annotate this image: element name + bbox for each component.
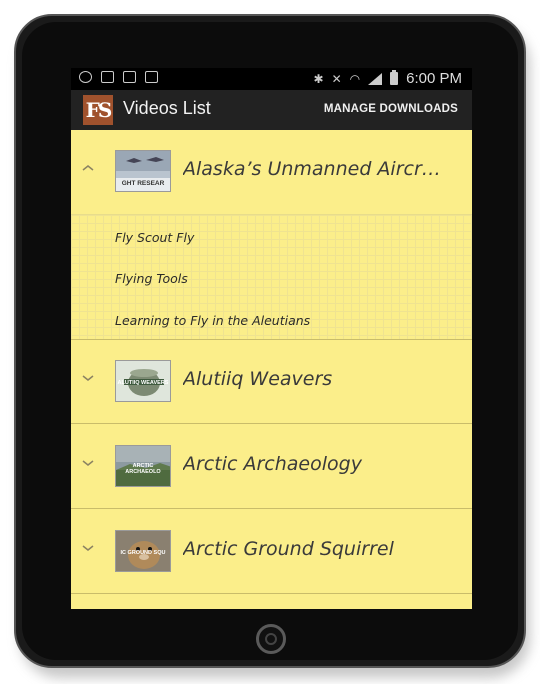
video-title[interactable]: Alutiiq Weavers [183, 368, 468, 390]
video-group[interactable]: ARCTIC ARCHAEOLO Arctic Archaeology [71, 425, 472, 509]
video-group[interactable]: IC GROUND SQU Arctic Ground Squirrel [71, 510, 472, 594]
home-button[interactable] [256, 624, 286, 654]
chevron-down-icon[interactable] [81, 458, 95, 468]
video-thumbnail: IC GROUND SQU [115, 530, 171, 572]
chevron-down-icon[interactable] [81, 373, 95, 383]
alarm-icon [79, 71, 92, 83]
wifi-icon: ◠ [349, 71, 361, 86]
battery-icon [390, 70, 399, 85]
briefcase-icon [145, 71, 158, 83]
video-group[interactable]: GHT RESEAR Alaska’s Unmanned Aircr… [71, 130, 472, 214]
mail-icon [123, 71, 136, 83]
video-children-list: Fly Scout Fly Flying Tools Learning to F… [71, 214, 472, 340]
videos-list: GHT RESEAR Alaska’s Unmanned Aircr… Fly … [71, 130, 472, 609]
page-title: Videos List [123, 98, 211, 118]
video-title[interactable]: Arctic Ground Squirrel [183, 538, 468, 560]
signal-icon [368, 72, 383, 85]
video-thumbnail: ALUTIIQ WEAVERS [115, 360, 171, 402]
chevron-down-icon[interactable] [81, 543, 95, 553]
video-thumbnail: GHT RESEAR [115, 150, 171, 192]
image-icon [101, 71, 114, 83]
thumbnail-caption: ALUTIIQ WEAVERS [117, 380, 169, 386]
app-bar: FS Videos List MANAGE DOWNLOADS [71, 90, 472, 130]
video-item[interactable]: Flying Tools [115, 271, 188, 286]
video-group[interactable]: ALUTIIQ WEAVERS Alutiiq Weavers [71, 340, 472, 424]
status-bar: ✱ ✕ ◠ 6:00 PM [71, 68, 472, 90]
thumbnail-caption: GHT RESEAR [121, 180, 165, 187]
bluetooth-icon: ✱ [313, 71, 324, 86]
chevron-up-icon[interactable] [81, 163, 95, 173]
app-logo[interactable]: FS [83, 95, 113, 125]
video-item[interactable]: Learning to Fly in the Aleutians [115, 313, 310, 328]
video-title[interactable]: Alaska’s Unmanned Aircr… [183, 158, 468, 180]
thumbnail-caption: IC GROUND SQU [120, 550, 166, 556]
manage-downloads-button[interactable]: MANAGE DOWNLOADS [324, 103, 458, 115]
mute-icon: ✕ [331, 71, 342, 86]
video-title[interactable]: Arctic Archaeology [183, 453, 468, 475]
thumbnail-caption: ARCTIC ARCHAEOLO [125, 463, 161, 475]
status-time: 6:00 PM [406, 70, 462, 87]
video-item[interactable]: Fly Scout Fly [115, 230, 194, 245]
device-screen: ✱ ✕ ◠ 6:00 PM FS Videos List MANAGE DOWN… [71, 68, 472, 609]
video-thumbnail: ARCTIC ARCHAEOLO [115, 445, 171, 487]
